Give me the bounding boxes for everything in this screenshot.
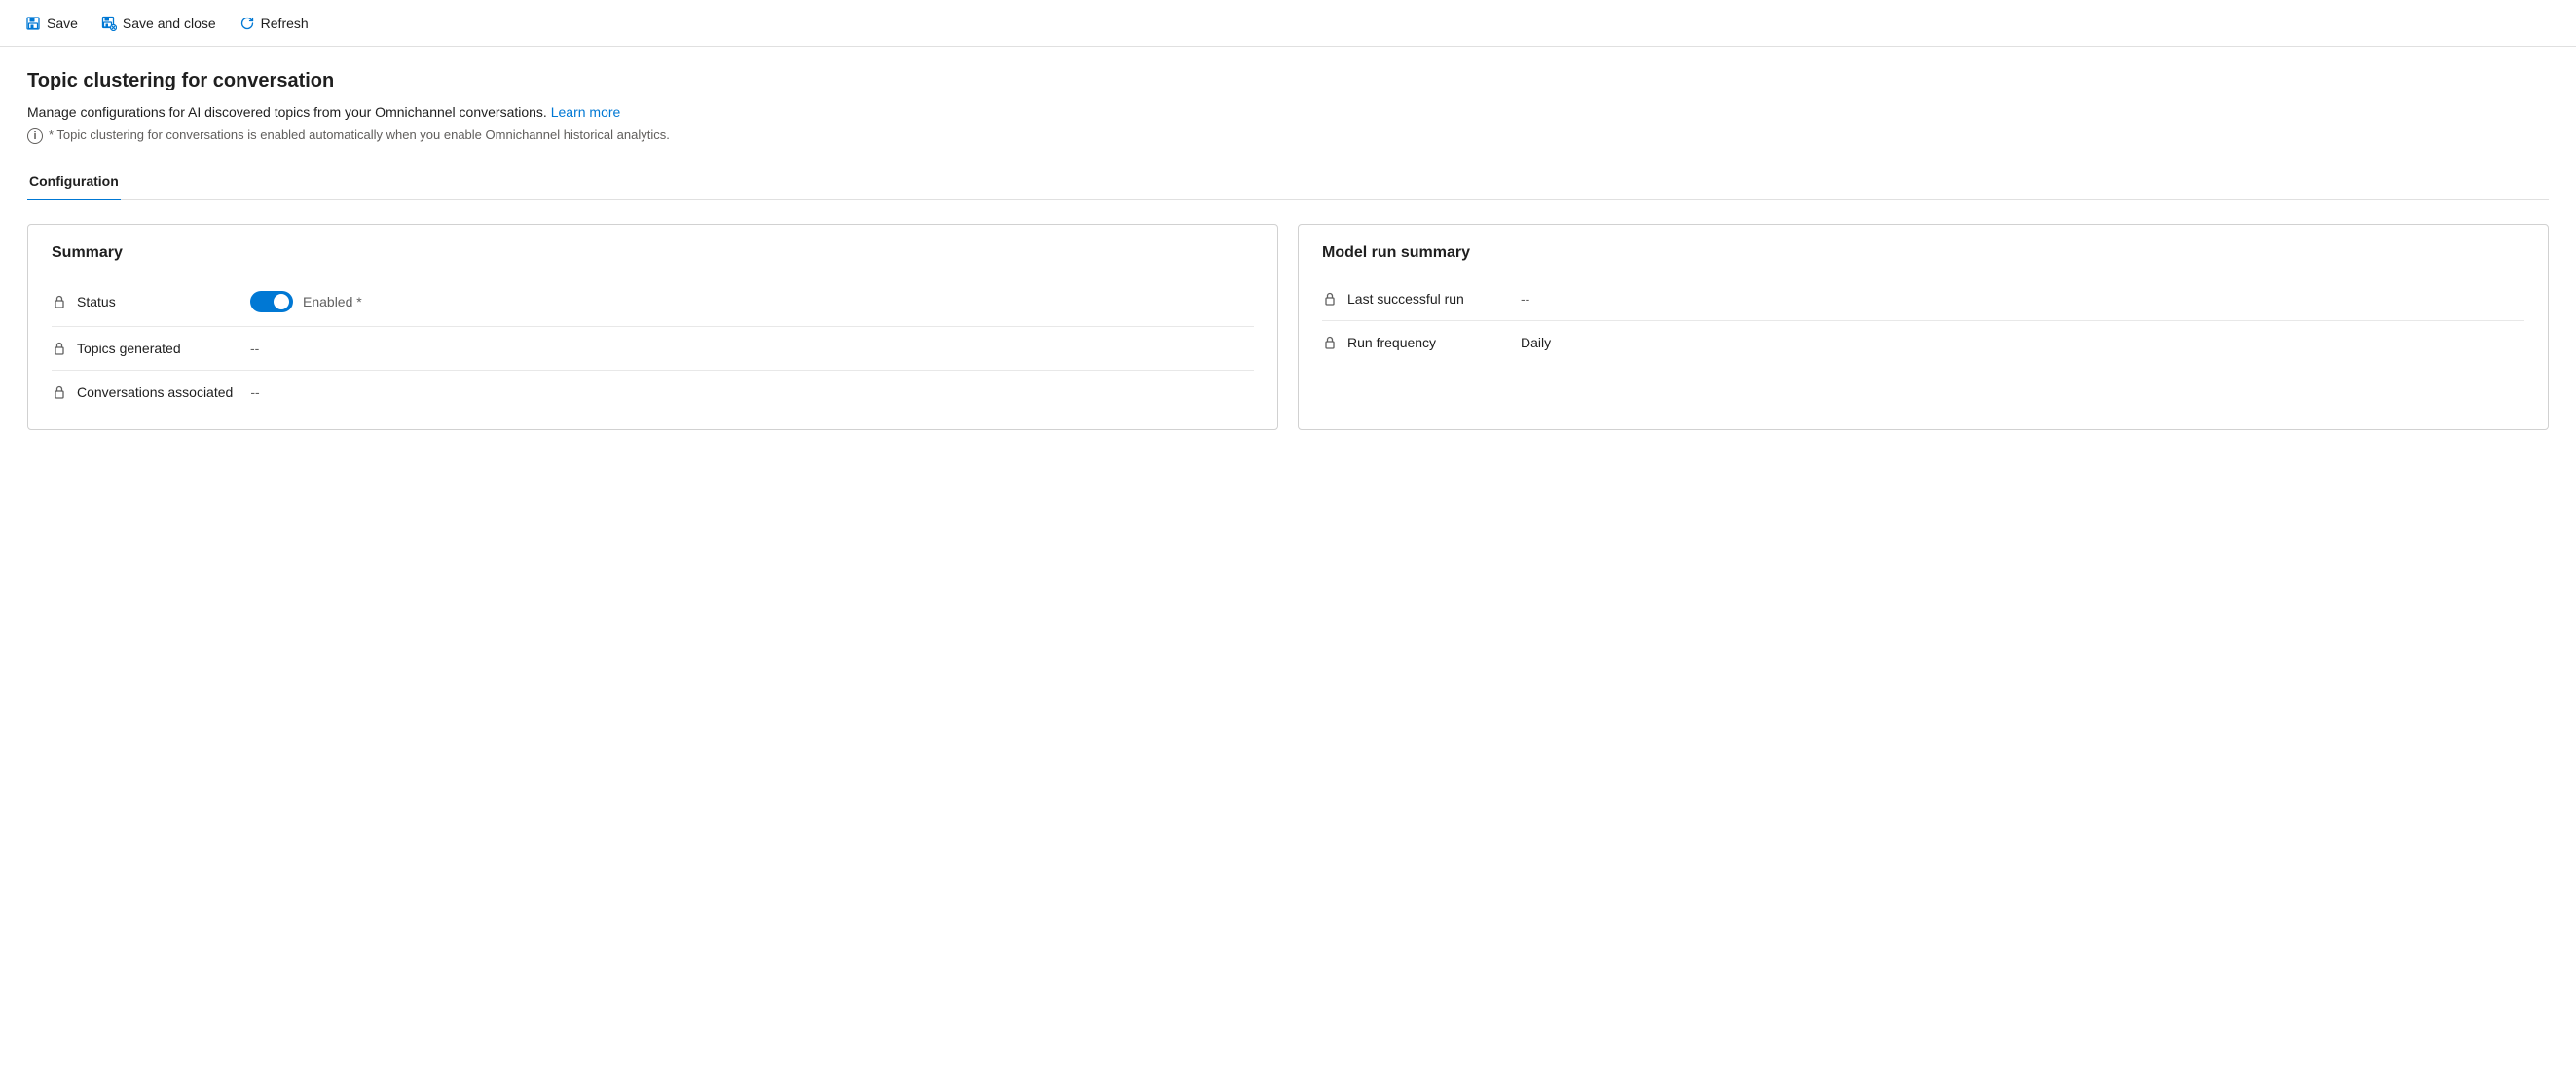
- last-run-lock-icon: [1322, 291, 1338, 307]
- status-toggle-container: Enabled *: [250, 291, 362, 312]
- status-toggle[interactable]: [250, 291, 293, 312]
- toggle-enabled-label: Enabled *: [303, 294, 362, 309]
- toolbar: Save Save and close Refresh: [0, 0, 2576, 47]
- info-note: i * Topic clustering for conversations i…: [27, 127, 2549, 144]
- save-label: Save: [47, 16, 78, 31]
- tab-configuration[interactable]: Configuration: [27, 163, 121, 200]
- description-text: Manage configurations for AI discovered …: [27, 104, 547, 120]
- run-frequency-value: Daily: [1521, 335, 1551, 350]
- save-close-label: Save and close: [123, 16, 216, 31]
- run-frequency-lock-icon: [1322, 335, 1338, 350]
- page-title: Topic clustering for conversation: [27, 70, 2549, 92]
- save-close-icon: [101, 16, 117, 31]
- model-run-card-title: Model run summary: [1322, 244, 2524, 262]
- info-icon: i: [27, 128, 43, 144]
- topics-lock-icon: [52, 341, 67, 356]
- topics-generated-label: Topics generated: [77, 341, 233, 356]
- conversations-row: Conversations associated --: [52, 371, 1254, 414]
- refresh-icon: [239, 16, 255, 31]
- page-description: Manage configurations for AI discovered …: [27, 104, 2549, 120]
- status-row: Status Enabled *: [52, 277, 1254, 327]
- last-run-row: Last successful run --: [1322, 277, 2524, 321]
- refresh-label: Refresh: [261, 16, 309, 31]
- summary-card-title: Summary: [52, 244, 1254, 262]
- status-label: Status: [77, 294, 233, 309]
- model-run-card: Model run summary Last successful run --: [1298, 224, 2549, 430]
- run-frequency-row: Run frequency Daily: [1322, 321, 2524, 364]
- save-close-button[interactable]: Save and close: [92, 10, 226, 37]
- status-lock-icon: [52, 294, 67, 309]
- topics-generated-row: Topics generated --: [52, 327, 1254, 371]
- learn-more-link[interactable]: Learn more: [551, 104, 621, 120]
- refresh-button[interactable]: Refresh: [230, 10, 318, 37]
- conversations-label: Conversations associated: [77, 384, 233, 400]
- save-icon: [25, 16, 41, 31]
- cards-grid: Summary Status E: [27, 224, 2549, 430]
- tabs-container: Configuration: [27, 163, 2549, 200]
- summary-card: Summary Status E: [27, 224, 1278, 430]
- conversations-value: --: [250, 384, 259, 400]
- conversations-lock-icon: [52, 384, 67, 400]
- run-frequency-label: Run frequency: [1347, 335, 1503, 350]
- main-content: Topic clustering for conversation Manage…: [0, 47, 2576, 453]
- info-note-text: * Topic clustering for conversations is …: [49, 127, 670, 142]
- save-button[interactable]: Save: [16, 10, 88, 37]
- last-run-value: --: [1521, 291, 1529, 307]
- last-run-label: Last successful run: [1347, 291, 1503, 307]
- topics-generated-value: --: [250, 341, 259, 356]
